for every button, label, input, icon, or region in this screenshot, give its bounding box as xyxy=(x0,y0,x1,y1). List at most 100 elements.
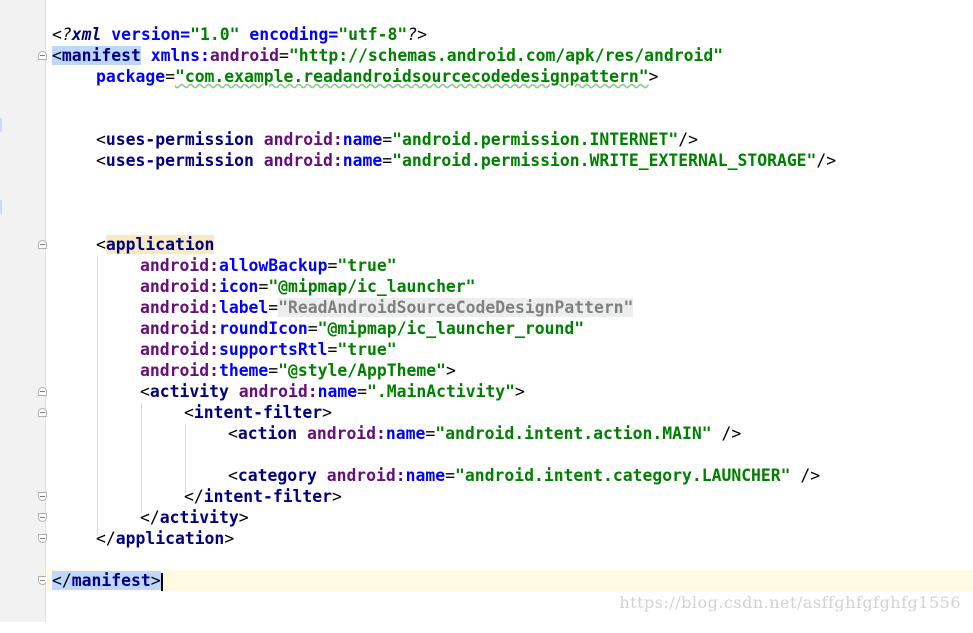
code-line[interactable]: android:supportsRtl="true" xyxy=(0,339,973,360)
namespace-prefix: android: xyxy=(238,382,318,401)
attribute-name: label xyxy=(218,298,269,317)
equals-sign: = xyxy=(268,298,279,317)
attribute-value: "android.intent.category.LAUNCHER" xyxy=(455,466,791,485)
equals-sign: = xyxy=(327,340,338,359)
xml-declaration-close: ?> xyxy=(407,25,428,44)
tag-bracket: /> xyxy=(711,424,742,443)
tag-bracket: > xyxy=(322,403,333,422)
attribute-name: theme xyxy=(218,361,269,380)
tag-bracket: /> xyxy=(790,466,821,485)
tag-bracket: > xyxy=(515,382,525,401)
tag-name: activity xyxy=(149,382,229,401)
code-line[interactable]: android:theme="@style/AppTheme"> xyxy=(0,360,973,381)
attribute-value: "http://schemas.android.com/apk/res/andr… xyxy=(288,46,724,65)
attribute-value: "ReadAndroidSourceCodeDesignPattern" xyxy=(278,298,634,317)
watermark: https://blog.csdn.net/asffghfgfghfg1556 xyxy=(619,593,961,612)
tag-bracket: /> xyxy=(816,151,837,170)
tag-bracket: > xyxy=(150,571,161,590)
tag-bracket: > xyxy=(238,508,249,527)
equals-sign: = xyxy=(357,382,368,401)
code-line[interactable]: android:icon="@mipmap/ic_launcher" xyxy=(0,276,973,297)
code-line[interactable]: android:roundIcon="@mipmap/ic_launcher_r… xyxy=(0,318,973,339)
tag-bracket: > xyxy=(332,487,342,506)
tag-bracket: < xyxy=(96,130,106,149)
tag-bracket: < xyxy=(52,46,62,65)
namespace-prefix: android: xyxy=(263,151,343,170)
attribute-value: "true" xyxy=(337,256,397,275)
code-line[interactable]: android:label="ReadAndroidSourceCodeDesi… xyxy=(0,297,973,318)
attribute-name: name xyxy=(342,151,383,170)
code-line[interactable]: <category android:name="android.intent.c… xyxy=(0,465,973,486)
equals-sign: = xyxy=(445,466,456,485)
tag-bracket: < xyxy=(96,235,106,254)
namespace-prefix: android: xyxy=(306,424,386,443)
code-line[interactable]: </intent-filter> xyxy=(0,486,973,507)
attribute-value: "1.0" xyxy=(190,25,240,44)
attribute-value: "@mipmap/ic_launcher_round" xyxy=(317,319,585,338)
equals-sign: = xyxy=(382,130,393,149)
attribute-value: ".MainActivity" xyxy=(367,382,516,401)
equals-sign: = xyxy=(327,256,338,275)
attribute-name: allowBackup xyxy=(218,256,328,275)
attribute-name: supportsRtl xyxy=(218,340,328,359)
namespace-prefix: android: xyxy=(140,361,219,380)
attribute-value: "@mipmap/ic_launcher" xyxy=(268,277,476,296)
tag-name: category xyxy=(237,466,317,485)
namespace-prefix: android: xyxy=(140,298,219,317)
namespace-prefix: android: xyxy=(140,277,219,296)
tag-bracket: /> xyxy=(678,130,699,149)
tag-bracket: </ xyxy=(140,508,160,527)
equals-sign: = xyxy=(425,424,436,443)
namespace-prefix: xmlns: xyxy=(150,46,210,65)
attribute-value: "android.permission.WRITE_EXTERNAL_STORA… xyxy=(392,151,817,170)
attribute-value: "@style/AppTheme" xyxy=(278,361,446,380)
attribute-name: roundIcon xyxy=(218,319,308,338)
tag-bracket: < xyxy=(96,151,106,170)
code-line[interactable]: <application xyxy=(0,234,973,255)
code-line[interactable]: <uses-permission android:name="android.p… xyxy=(0,150,973,171)
attribute-name: name xyxy=(342,130,383,149)
attribute-name: name xyxy=(405,466,446,485)
code-line[interactable]: </activity> xyxy=(0,507,973,528)
code-line[interactable]: <action android:name="android.intent.act… xyxy=(0,423,973,444)
attribute-value: "android.intent.action.MAIN" xyxy=(435,424,712,443)
attribute-name: android xyxy=(209,46,279,65)
equals-sign: = xyxy=(307,319,318,338)
tag-bracket: < xyxy=(228,466,238,485)
tag-name: application xyxy=(115,529,225,548)
tag-bracket: < xyxy=(228,424,238,443)
tag-name: uses-permission xyxy=(105,130,254,149)
text-caret xyxy=(160,572,163,591)
tag-bracket: > xyxy=(224,529,235,548)
tag-name: uses-permission xyxy=(105,151,254,170)
equals-sign: = xyxy=(258,277,269,296)
namespace-prefix: android: xyxy=(326,466,406,485)
tag-bracket: </ xyxy=(52,571,72,590)
attribute-name: name xyxy=(385,424,426,443)
code-line[interactable]: <intent-filter> xyxy=(0,402,973,423)
tag-bracket: </ xyxy=(184,487,204,506)
attribute-value: "android.permission.INTERNET" xyxy=(392,130,679,149)
code-line[interactable]: package="com.example.readandroidsourceco… xyxy=(0,66,973,87)
code-line[interactable]: </application> xyxy=(0,528,973,549)
code-line[interactable]: android:allowBackup="true" xyxy=(0,255,973,276)
code-line[interactable]: <manifest xmlns:android="http://schemas.… xyxy=(0,45,973,66)
xml-editor[interactable]: <?xml version="1.0" encoding="utf-8"?> <… xyxy=(0,0,973,622)
tag-name: intent-filter xyxy=(193,403,323,422)
equals-sign: = xyxy=(279,46,289,65)
namespace-prefix: android: xyxy=(140,319,219,338)
attribute-name: package xyxy=(96,67,166,86)
code-line[interactable]: <activity android:name=".MainActivity"> xyxy=(0,381,973,402)
attribute-name: name xyxy=(317,382,358,401)
tag-name: intent-filter xyxy=(203,487,333,506)
current-code-line[interactable]: </manifest> xyxy=(46,570,973,591)
attribute-value: "utf-8" xyxy=(338,25,408,44)
tag-name: manifest xyxy=(61,46,141,65)
attribute-name: icon xyxy=(218,277,259,296)
tag-bracket: < xyxy=(140,382,150,401)
code-line[interactable]: <uses-permission android:name="android.p… xyxy=(0,129,973,150)
attribute-name: version= xyxy=(101,25,191,44)
code-line[interactable]: <?xml version="1.0" encoding="utf-8"?> xyxy=(0,24,973,45)
namespace-prefix: android: xyxy=(263,130,343,149)
